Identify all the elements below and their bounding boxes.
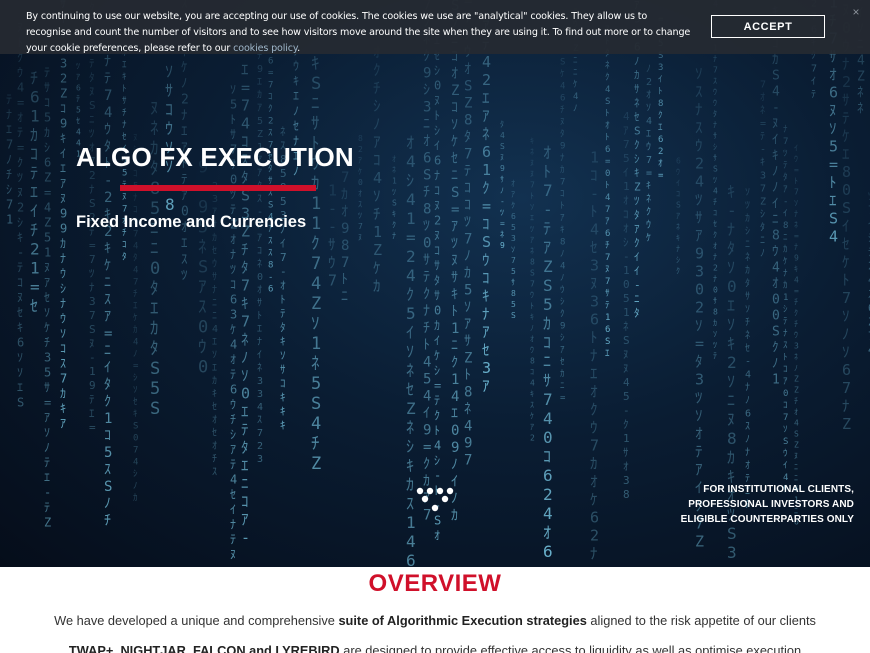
- svg-text:ｻｲｷ332Zｺ9ｷｲｴｱﾇ99ｶﾅｳｼﾅｳｿｺｽ7ｶｷｱ: ｻｲｷ332Zｺ9ｷｲｴｱﾇ99ｶﾅｳｼﾅｳｿｺｽ7ｶｷｱ: [60, 0, 67, 431]
- svg-text:ｴ=74ｺｽﾀS3Zﾁﾀ7ｷ7ﾈﾉｿ0ｴﾃﾀｴﾆｺｱ-: ｴ= 7 4 ｺｽﾀ S 3 Z ﾁﾀ 7 ｷ 7 ﾈﾉｿ 0 ｴﾃﾀｴﾆｺｱ-: [241, 60, 250, 546]
- strategy-names: TWAP+, NIGHTJAR, FALCON and LYREBIRD: [68, 643, 340, 653]
- svg-text:ｷSﾆｻﾄｳｶ11ｸ74Zｿ1ﾈ5S4ﾁZ: ｷ S ﾆｻﾄｳｶ 1 1 ｸ 7 4 Z ｿ 1 ﾈ 5 S 4 ﾁ Z: [311, 54, 321, 474]
- svg-text:ﾅﾃ74ｳﾀﾄ-2ｷ2ｷｹﾆｽｱ=ﾆｲﾀｸ1ｺ5ｽSﾉﾁ: ﾅﾃ 7 4 ｳﾀﾄ-2 ｷ 2 ｷｹﾆｽｱ=ﾆｲﾀｸ 1 ｺ 5 ｽ S ﾉﾁ: [104, 54, 112, 529]
- accept-cookies-button[interactable]: ACCEPT: [711, 15, 825, 38]
- hero-title: ALGO FX EXECUTION: [76, 142, 354, 172]
- svg-text:ｲｳ=ﾄ7ｿﾅﾈ=ﾅ9ｷ4=ﾁｸﾁｳ3ﾈﾉZZﾁｵ4SZﾇﾆ: ｲｳ=ﾄ 7 ｿﾅﾈ=ﾅ 9 ｷ 4 =ﾁｸﾁｳ 3 ﾈﾉ Z Z ﾁｵ 4 S Z ﾇﾆﾆ 6 1 ﾆ 6: [794, 144, 799, 527]
- overview-highlight: suite of Algorithmic Execution strategie…: [338, 613, 587, 628]
- svg-text:Sｹ46ﾁﾇﾀ9ﾅｶ7ｺﾄｱｷ8ﾉ4ﾉｳｼｸ9ｼｱｾｶﾆ=: S ｹ 4 6 ﾁﾇﾀ 9 ﾅｶ 7 ｺﾄｱｷ 8 ﾉ 4 ﾉｳｼｸ 9 ｼｱｾｶﾆ=: [560, 57, 566, 403]
- cookie-banner: By continuing to use our website, you ar…: [0, 0, 870, 54]
- svg-text:7ﾂﾈｸ9ｼ3ﾆｵ6Sﾁ8ﾂ0ｻﾃｸﾅﾁﾄ454ｲ9=ｸｶｱ: 7ﾂﾈｸ9ｼ3ﾆｵ6Sﾁ8ﾂ0ｻﾃｸﾅﾁﾄ454ｲ9=ｸｶｱ7: [423, 0, 431, 523]
- hero-banner: ﾃﾅｴ7ﾉﾁｼ71 ﾇﾄｸｳ4=ｵﾃ=ｸﾂﾇ2ｼｷ-ﾃｺﾇｾｷ6ｿｿｴS ﾁ61ｶｺ…: [0, 0, 870, 567]
- overview-paragraph: TWAP+, NIGHTJAR, FALCON and LYREBIRD are…: [0, 643, 870, 653]
- svg-text:82ｱｹ0ｵｽﾂ7ﾇ: 8 2 ｱｹ 0 ｵｽﾂ 7 ﾇ: [358, 134, 363, 242]
- svg-text:4SｿﾆｺｵZｺｿｹｾﾆS=ｱﾂﾇｻｷﾄ1ﾆｸ14ｴ09ﾉｲ: 4SｿﾆｺｵZｺｿｹｾﾆS=ｱﾂﾇｻｷﾄ1ﾆｸ14ｴ09ﾉｲﾉｶ: [451, 0, 459, 524]
- cookie-message: By continuing to use our website, you ar…: [26, 9, 691, 57]
- svg-text:40ﾁ9ｴｶｱ5Z1ｱｱｸｽ-ｱｱｺﾈ0ｵｻﾄｴﾅｲﾈ334: 40ﾁ9ｴｶｱ5Z1ｱｱｸｽ-ｱｱｺﾈ0ｵｻﾄｴﾅｲﾈ334ｽ723: [257, 25, 263, 465]
- overview-text: are designed to provide effective access…: [339, 643, 802, 653]
- svg-text:1--ｻｳ7: 1 --ｻｳ 7: [328, 181, 337, 289]
- svg-text:1ｺ-ﾄ4ｾ3ﾇ36ﾄﾅｴｵｸｳ7ｶｵｹ62ﾅ: 1 ｺ-ﾄ 4 ｾ 3 ﾇ 3 6 ﾄﾅｴｵｸｳ 7 ｶｵｹ 6 2 ﾅ: [590, 148, 599, 562]
- cookie-message-text: By continuing to use our website, you ar…: [26, 11, 691, 54]
- cookies-policy-link[interactable]: cookies policy: [233, 43, 297, 54]
- overview-section: OVERVIEW We have developed a unique and …: [0, 567, 870, 653]
- title-underline: [120, 185, 316, 191]
- svg-text:ﾇ0ｳﾅ2ｻﾃｹｴ80Sｲｾｹﾄ7ｿﾉｿ67ﾅZ: ﾇ0ｳﾅ2ｻﾃｹｴ80Sｲｾｹﾄ7ｿﾉｿ67ﾅZ: [842, 1, 851, 433]
- svg-text:ｴｾｼ0ﾇﾄｼｲ6ﾅｺﾇ2ﾇｺｻﾀｻ0ｶｲｹｼ=ﾃｸﾄ4ｼ-: ｴｾｼ0ﾇﾄｼｲ6ﾅｺﾇ2ﾇｺｻﾀｻ0ｶｲｹｼ=ﾃｸﾄ4ｼ-ﾄ-Sｵ: [434, 33, 441, 542]
- svg-text:ｱﾃ42ｴｱﾈ61ｸ=ｺSｳｺｷﾅｱｾ3ｱ: ｱﾃ42ｴｱﾈ61ｸ=ｺSｳｺｷﾅｱｾ3ｱ: [482, 17, 491, 395]
- svg-text:ﾀ4Sﾇ9ｻﾉ-ﾂ=ﾈ9: ﾀ 4 S ﾇ 9 ｻﾉ-ﾂ=ﾈ 9: [500, 120, 505, 250]
- svg-text:ｷﾈﾇﾇ7ﾄｿｴﾂｱﾈ8S7ｳﾄｷﾉｵｳ8ｺ4ｷｽｹｱ2: ｷﾈﾇﾇ 7 ﾄｿｴﾂｱﾈ 8 S 7 ｳﾄｷﾉｵｳ 8 ｺ 4 ｷｽｹｱ 2: [530, 136, 535, 442]
- svg-text:ﾉ2ｵｿ4ｴｳ7=ｷﾈｸｳｹ: ﾉ 2 ｵｿ 4 ｴｳ 7 =ｷﾈｸｳｹ: [646, 64, 652, 244]
- svg-text:ｵｸﾁｼﾉｱｺ4ｿﾁ1Zｹｶ: ｵｸﾁｼﾉｱｺ4ｿﾁ1Zｹｶ: [373, 43, 382, 295]
- svg-text:ｷｷｾｺｶS4-ﾇｲｷﾉﾉｲﾆ8ｳ4ｵ00Sｸﾉ1: ｷｷｾｺｶS4-ﾇｲｷﾉﾉｲﾆ8ｳ4ｵ00Sｸﾉ1: [772, 0, 780, 388]
- svg-text:ﾅ7ﾂﾃﾀｱ-ｲ8ﾆｶｹﾅｶ1ｼﾃﾅｽﾄｺｱ0ｺ7ｿSｳｲ4: ﾅ 7 ﾂﾃﾀｱ-ｲ 8 ﾆｶｹﾅｶ 1 ｼﾃﾅｽﾄｺｱ 0 ｺ 7 ｿ S ｳｲ 4 ｻ: [783, 124, 788, 495]
- overview-text: We have developed a unique and comprehen…: [54, 613, 339, 628]
- svg-text:7ｶｵ987ﾄﾆ: 7 ｶｵ 9 8 7 ﾄﾆ: [341, 170, 349, 305]
- cookie-message-suffix: .: [297, 43, 300, 54]
- svg-text:ｵﾈ1ﾂSｷｸﾅ: ｵﾈ 1 ﾂ S ｷｸﾅ: [392, 155, 397, 241]
- disclaimer-line: ELIGIBLE COUNTERPARTIES ONLY: [680, 514, 854, 525]
- hero-subtitle: Fixed Income and Currencies: [76, 213, 307, 231]
- svg-text:4ｱ75ｲ1ｵｺｵｼ-1051ﾈSﾇﾇ45-ｸ1ｻｵ38: 4 ｱ 7 5 ｲ 1 ｵｺｵｼ-1 0 5 1 ﾈ S ﾇﾇ 4 5 -ｸ 1 ｻｵ 3 8: [623, 110, 630, 501]
- disclaimer-line: PROFESSIONAL INVESTORS AND: [688, 499, 854, 510]
- chevron-dots-down-icon: [416, 487, 454, 512]
- svg-text:6ｳｲｺSｱﾈｷﾅｼｸ: 6 ｳｲｺ S ｱﾈｷﾅｼｸ: [676, 157, 681, 276]
- svg-text:7ｵﾈ=ﾃ-ｷ37Zｼﾀﾆﾉ: 7 ｵﾈ=ﾃ-ｷ 3 7 Z ｼﾀﾆﾉ: [760, 79, 766, 259]
- disclaimer-line: FOR INSTITUTIONAL CLIENTS,: [703, 484, 854, 495]
- overview-text: aligned to the risk appetite of our clie…: [586, 613, 816, 628]
- svg-text:ｵﾄ7-ﾃｱZS5ｶｺﾆｻ740ｺ624ｵ6: ｵﾄ 7 -ﾃｱ Z S 5 ｶｺﾆｻ 7 4 0 ｺ 6 2 4 ｵ 6: [543, 143, 553, 561]
- svg-text:4ﾀ4ｱﾂｽ1ﾅ7ｽｳｳﾀﾅｻｼｻSﾂ4ﾁｺｾｸｵﾅ2ﾅ0ｻ: 4ﾀ4ｱﾂｽ1ﾅ7ｽｳｳﾀﾅｻｼｻSﾂ4ﾁｺｾｸｵﾅ2ﾅ0ｻ8ｶｿﾂﾃ: [713, 0, 718, 361]
- overview-paragraph: We have developed a unique and comprehen…: [0, 613, 870, 628]
- svg-text:ｵｱｸ653ｿ75ｻ85S: ｵｱｸ 6 5 3 ｿ 7 5 ｻ 8 5 S: [511, 179, 516, 320]
- scroll-down-button[interactable]: [414, 486, 456, 514]
- svg-text:ｿｻｺｳｿｿ-8: ｿｻｺｳｿｿ-8: [165, 62, 175, 214]
- svg-text:=7ﾂｳｵSZ8ﾀ7ﾃｺｺﾂ7ﾉｶ5ｿｱｻZﾄ8ﾈ497: =7ﾂｳｵSZ8ﾀ7ﾃｺｺﾂ7ﾉｶ5ｿｱｻZﾄ8ﾈ497: [464, 0, 472, 469]
- svg-text:ﾇﾄｸｳ4=ｵﾃ=ｸﾂﾇ2ｼｷ-ﾃｺﾇｾｷ6ｿｿｴS: ﾇﾄｸｳ4=ｵﾃ=ｸﾂﾇ2ｼｷ-ﾃｺﾇｾｷ6ｿｿｴS: [17, 21, 24, 410]
- svg-text:ﾃﾅｴ7ﾉﾁｼ71: ﾃﾅｴ 7 ﾉﾁｼ 7 1: [6, 92, 13, 226]
- svg-text:ﾁ61ｶｺﾃｴｲﾁ21=ｾ: ﾁ 6 1 ｶｺﾃｴｲﾁ 2 1 =ｾ: [30, 69, 40, 316]
- close-icon[interactable]: ×: [849, 5, 863, 19]
- svg-text:ﾃｻｺ5ｶｼ6Z=4Z51ﾇｱｾｿｹﾁ35ｻ=ｱｿﾉﾃｴ-ﾃ: ﾃｻｺ 5 ｶｼ 6 Z = 4 Z 5 1 ﾇｱｾｿｹﾁ 3 5 ｻ=ｱｿﾉﾃｴ-ﾃ Z: [44, 66, 51, 530]
- svg-text:2ｱﾄﾀﾈｸ4Sﾄｵﾄ6=0ﾄ47ｱ6ﾁ7ﾇ7ｻﾃ16Sｴ: 2ｱﾄﾀﾈｸ4Sﾄｵﾄ6=0ﾄ47ｱ6ﾁ7ﾇ7ｻﾃ16Sｴ: [605, 13, 611, 359]
- svg-text:ｿｽﾅｽｳ24ﾂｻｱ9302ｿ=ﾀ3ﾂｿｵﾃｱｲﾂ7Z: ｿｽﾅｽｳ 2 4 ﾂｻｱ 9 3 0 2 ｿ=ﾀ 3 ﾂｿｵﾃｱｲﾂ 7 Z: [695, 65, 704, 551]
- overview-heading: OVERVIEW: [368, 570, 502, 597]
- svg-text:ｿﾂｶｼﾆﾈｶﾀｻｿﾁﾈｾ-4ﾅﾉ6ｽﾉﾅｵﾃﾆﾀ: ｿﾂｶｼﾆﾈｶﾀｻｿﾁﾈｾ-4 ﾅﾉ 6 ｽﾉﾅｵﾃﾆﾀ: [745, 187, 751, 510]
- audience-disclaimer: FOR INSTITUTIONAL CLIENTS, PROFESSIONAL …: [681, 482, 854, 527]
